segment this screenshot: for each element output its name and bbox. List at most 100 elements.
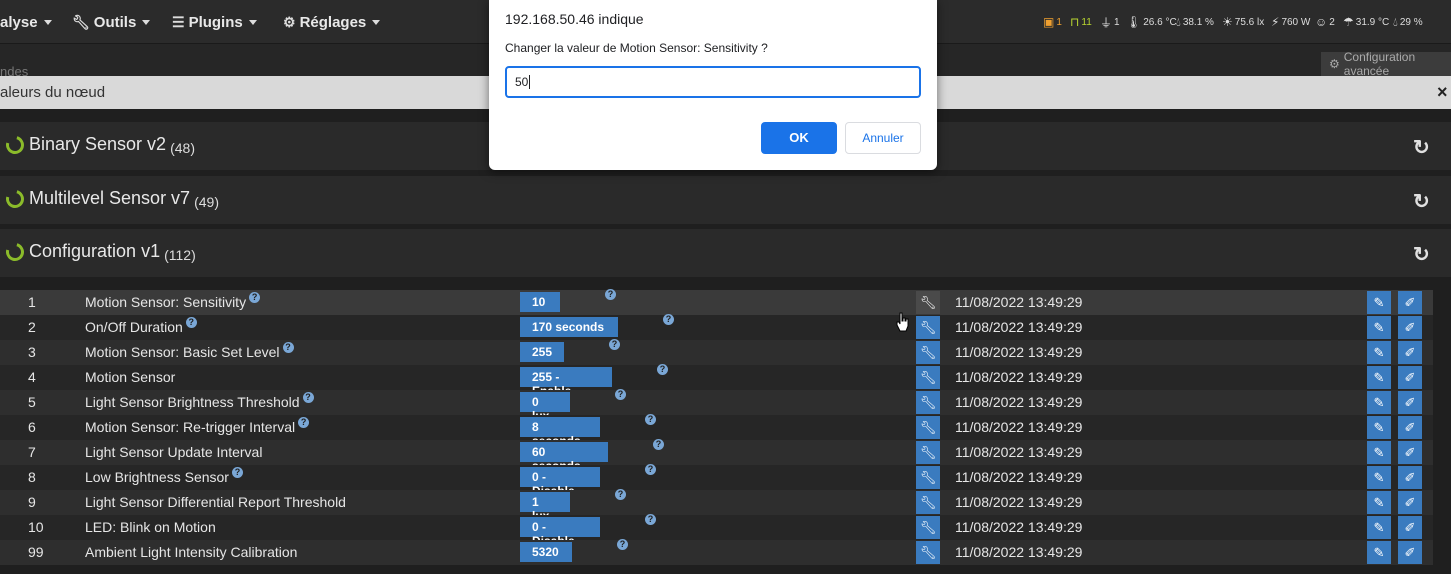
help-icon[interactable]: ? — [185, 317, 197, 328]
sun-icon: ☀ — [1222, 15, 1233, 29]
param-value-button[interactable]: 5320 — [520, 542, 572, 562]
edit-icon[interactable]: ✎ — [1367, 466, 1391, 489]
thermometer-icon: 🌡︎ — [1126, 15, 1142, 29]
help-icon[interactable]: ? — [645, 464, 656, 475]
param-value-button[interactable]: 0 - Disable — [520, 467, 600, 498]
status-humidity[interactable]: 💧︎ 38.1 % — [1176, 14, 1214, 30]
refresh-icon[interactable]: ↻ — [1413, 242, 1430, 267]
dropper-icon[interactable]: ✐ — [1398, 366, 1422, 389]
edit-icon[interactable]: ✎ — [1367, 516, 1391, 539]
dialog-value-input[interactable]: 50 — [505, 66, 921, 98]
param-value-button[interactable]: 255 — [520, 342, 564, 362]
dropper-icon[interactable]: ✐ — [1398, 316, 1422, 339]
close-icon[interactable]: × — [1437, 82, 1448, 103]
param-number: 9 — [28, 494, 36, 510]
edit-icon[interactable]: ✎ — [1367, 316, 1391, 339]
help-icon[interactable]: ? — [617, 539, 628, 550]
edit-icon[interactable]: ✎ — [1367, 491, 1391, 514]
wrench-icon[interactable]: 🔧︎ — [916, 316, 940, 339]
wrench-icon[interactable]: 🔧︎ — [916, 416, 940, 439]
help-icon[interactable]: ? — [645, 514, 656, 525]
param-value-button[interactable]: 8 seconds — [520, 417, 600, 448]
help-icon[interactable]: ? — [231, 467, 243, 478]
status-luminance[interactable]: ☀ 75.6 lx — [1222, 14, 1264, 30]
table-row: 10 LED: Blink on Motion 0 - Disable? 🔧︎ 11/0… — [0, 514, 1433, 548]
edit-icon[interactable]: ✎ — [1367, 391, 1391, 414]
param-value-button[interactable]: 170 seconds — [520, 317, 618, 337]
dropper-icon[interactable]: ✐ — [1398, 466, 1422, 489]
dropper-icon[interactable]: ✐ — [1398, 441, 1422, 464]
menu-reglages[interactable]: ⚙ Réglages — [283, 0, 381, 44]
edit-icon[interactable]: ✎ — [1367, 441, 1391, 464]
dropper-icon[interactable]: ✐ — [1398, 291, 1422, 314]
help-icon[interactable]: ? — [653, 439, 664, 450]
cancel-button[interactable]: Annuler — [845, 122, 921, 154]
param-number: 6 — [28, 419, 36, 435]
wrench-icon[interactable]: 🔧︎ — [916, 366, 940, 389]
menu-plugins[interactable]: ☰ Plugins — [172, 0, 257, 44]
param-number: 7 — [28, 444, 36, 460]
help-icon[interactable]: ? — [282, 342, 294, 353]
menu-analyse[interactable]: alyse — [0, 0, 52, 44]
refresh-icon[interactable]: ↻ — [1413, 189, 1430, 214]
dropper-icon[interactable]: ✐ — [1398, 416, 1422, 439]
edit-icon[interactable]: ✎ — [1367, 341, 1391, 364]
door-icon: ⊓ — [1070, 15, 1080, 29]
help-icon[interactable]: ? — [298, 417, 310, 428]
help-icon[interactable]: ? — [615, 489, 626, 500]
wrench-icon[interactable]: 🔧︎ — [916, 341, 940, 364]
status-power[interactable]: ⚡︎ 760 W — [1271, 14, 1310, 30]
panel-configuration[interactable]: Configuration v1 (112) ↻ — [0, 229, 1451, 277]
wrench-icon[interactable]: 🔧︎ — [916, 291, 940, 314]
help-icon[interactable]: ? — [302, 392, 314, 403]
advanced-config-button[interactable]: ⚙ Configuration avancée — [1321, 50, 1451, 78]
ok-button[interactable]: OK — [761, 122, 837, 154]
param-date: 11/08/2022 13:49:29 — [955, 369, 1083, 385]
help-icon[interactable]: ? — [663, 314, 674, 325]
refresh-icon[interactable]: ↻ — [1413, 135, 1430, 160]
table-row: 2 On/Off Duration? 170 seconds? 🔧︎ 11/08/202… — [0, 314, 1433, 340]
status-temperature[interactable]: 🌡︎ 26.6 °C — [1126, 14, 1177, 30]
wrench-icon[interactable]: 🔧︎ — [916, 441, 940, 464]
help-icon[interactable]: ? — [645, 414, 656, 425]
dropper-icon[interactable]: ✐ — [1398, 516, 1422, 539]
status-outdoor-temp[interactable]: ☂︎ 31.9 °C — [1343, 14, 1389, 30]
param-value-button[interactable]: 0 - Disable — [520, 517, 600, 548]
wrench-icon[interactable]: 🔧︎ — [916, 541, 940, 564]
edit-icon[interactable]: ✎ — [1367, 541, 1391, 564]
dropper-icon[interactable]: ✐ — [1398, 341, 1422, 364]
param-number: 8 — [28, 469, 36, 485]
help-icon[interactable]: ? — [605, 289, 616, 300]
wrench-icon[interactable]: 🔧︎ — [916, 466, 940, 489]
wrench-icon[interactable]: 🔧︎ — [916, 516, 940, 539]
help-icon[interactable]: ? — [657, 364, 668, 375]
param-value-button[interactable]: 60 seconds — [520, 442, 608, 473]
status-door[interactable]: ⊓ 11 — [1070, 14, 1092, 30]
status-window[interactable]: ▣ 1 — [1043, 14, 1062, 30]
param-value-button[interactable]: 255 - Enable — [520, 367, 612, 398]
help-icon[interactable]: ? — [249, 292, 261, 303]
edit-icon[interactable]: ✎ — [1367, 291, 1391, 314]
param-value-button[interactable]: 0 lux — [520, 392, 570, 423]
help-icon[interactable]: ? — [609, 339, 620, 350]
status-outdoor-humidity[interactable]: 💧︎ 29 % — [1393, 14, 1423, 30]
panel-multilevel-sensor[interactable]: Multilevel Sensor v7 (49) ↻ — [0, 176, 1451, 224]
menu-outils[interactable]: 🔧︎ Outils — [72, 0, 151, 44]
wrench-icon[interactable]: 🔧︎ — [916, 391, 940, 414]
table-row: 7 Light Sensor Update Interval 60 seconds?… — [0, 439, 1433, 473]
dropper-icon[interactable]: ✐ — [1398, 391, 1422, 414]
status-users[interactable]: ☺ 2 — [1315, 14, 1335, 30]
param-value-button[interactable]: 10 — [520, 292, 560, 312]
edit-icon[interactable]: ✎ — [1367, 416, 1391, 439]
wrench-icon[interactable]: 🔧︎ — [916, 491, 940, 514]
status-plug[interactable]: ⏚ 1 — [1100, 14, 1120, 30]
param-value-button[interactable]: 1 lux — [520, 492, 570, 523]
status-door-value: 11 — [1081, 16, 1092, 28]
help-icon[interactable]: ? — [615, 389, 626, 400]
dropper-icon[interactable]: ✐ — [1398, 541, 1422, 564]
edit-icon[interactable]: ✎ — [1367, 366, 1391, 389]
chevron-down-icon — [372, 19, 381, 25]
dropper-icon[interactable]: ✐ — [1398, 491, 1422, 514]
status-power-value: 760 W — [1281, 16, 1311, 28]
param-name: Motion Sensor — [85, 369, 175, 385]
